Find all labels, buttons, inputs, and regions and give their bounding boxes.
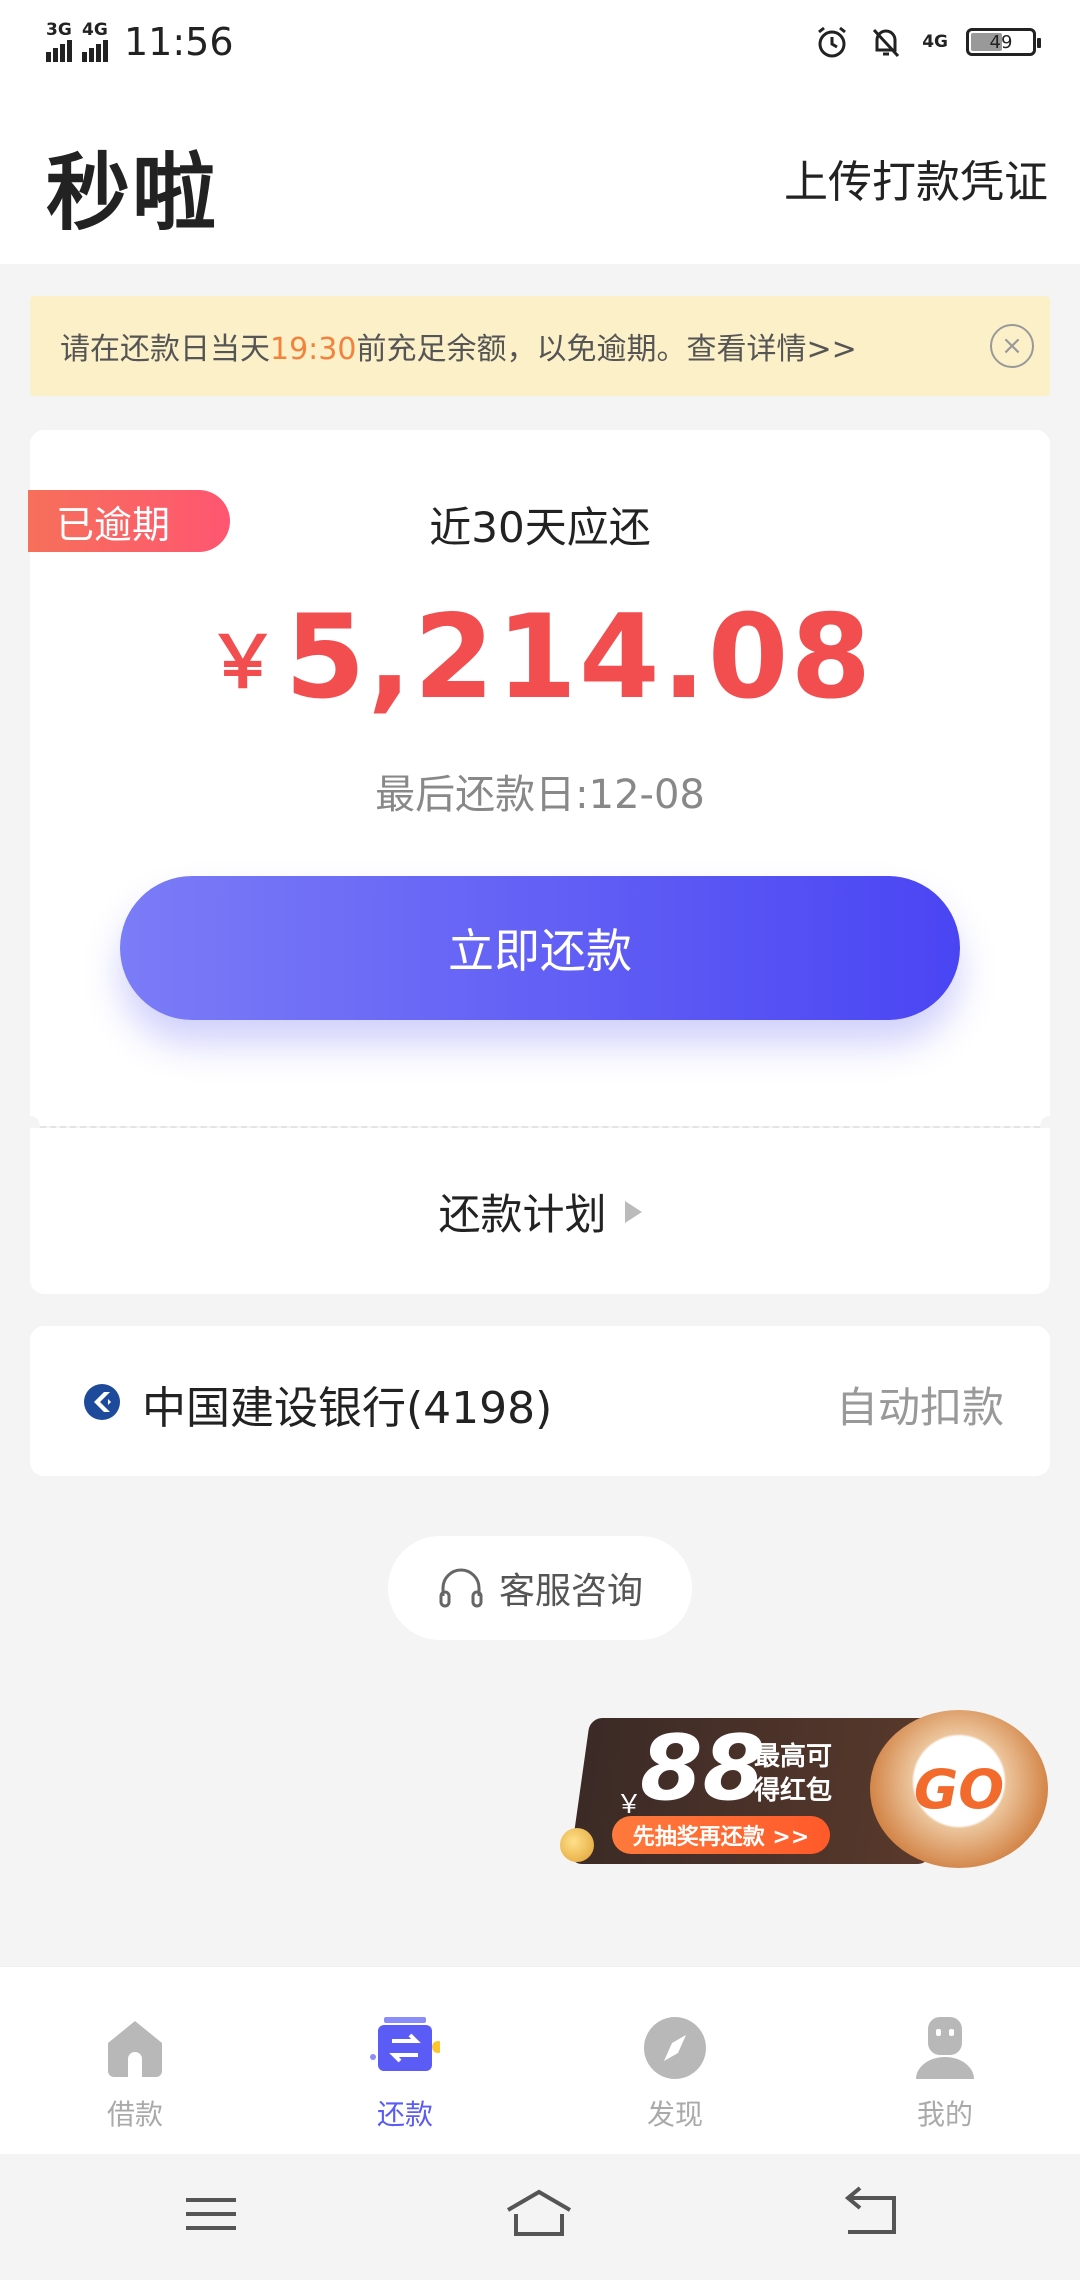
page-header: 秒啦 上传打款凭证 — [0, 84, 1080, 264]
promo-lottery-pill[interactable]: 先抽奖再还款 >> — [612, 1816, 830, 1854]
repayment-plan-row[interactable]: 还款计划 — [30, 1128, 1050, 1294]
home-icon — [108, 2021, 162, 2077]
repay-now-button[interactable]: 立即还款 — [120, 876, 960, 1020]
tab-label: 发现 — [646, 2098, 703, 2131]
upload-receipt-link[interactable]: 上传打款凭证 — [784, 146, 1048, 210]
tab-label: 借款 — [106, 2098, 163, 2131]
play-arrow-icon — [624, 1201, 642, 1223]
tab-borrow[interactable]: 借款 — [0, 1967, 270, 2154]
signal-icon-2: 4G — [82, 20, 108, 62]
promo-text: 最高可 得红包 — [754, 1740, 832, 1808]
battery-icon: 49 — [966, 28, 1041, 56]
currency-symbol: ￥ — [206, 620, 279, 704]
due-date: 最后还款日:12-08 — [375, 772, 705, 818]
system-nav-bar — [0, 2154, 1080, 2280]
status-bar: 3G 4G 11:56 4G 49 — [0, 0, 1080, 84]
network-type-3: 4G — [922, 32, 948, 52]
tab-discover[interactable]: 发现 — [540, 1967, 810, 2154]
notice-text-before: 请在还款日当天 — [60, 332, 270, 367]
tab-profile[interactable]: 我的 — [810, 1967, 1080, 2154]
network-type-1: 3G — [46, 20, 72, 40]
battery-level: 49 — [989, 31, 1013, 53]
repayment-plan-label: 还款计划 — [438, 1189, 607, 1239]
home-nav-icon[interactable] — [504, 2184, 574, 2244]
network-type-2: 4G — [82, 20, 108, 40]
notice-text: 请在还款日当天19:30前充足余额，以免逾期。查看详情>> — [60, 324, 857, 368]
tab-repay[interactable]: 还款 — [270, 1967, 540, 2154]
status-left: 3G 4G 11:56 — [46, 18, 234, 66]
signal-icon: 3G — [46, 20, 72, 62]
customer-service-label: 客服咨询 — [498, 1571, 643, 1612]
repay-icon — [370, 2017, 440, 2071]
bottom-tab-bar: 借款 还款 发现 我的 — [0, 1966, 1080, 2154]
tab-label: 我的 — [916, 2098, 973, 2131]
coin-icon — [560, 1828, 594, 1862]
page-title: 秒啦 — [46, 144, 219, 242]
promo-amount: 88 — [640, 1716, 766, 1821]
bank-card-row[interactable]: 中国建设银行(4198) 自动扣款 — [30, 1326, 1050, 1476]
headset-icon — [439, 1568, 483, 1608]
status-right: 4G 49 — [814, 20, 1041, 64]
clock: 11:56 — [124, 20, 234, 64]
auto-debit-label: 自动扣款 — [835, 1383, 1004, 1432]
red-packet-promo[interactable]: ￥ 88 最高可 得红包 先抽奖再还款 >> GO — [560, 1710, 1050, 1870]
notice-text-after[interactable]: 前充足余额，以免逾期。查看详情>> — [356, 332, 856, 367]
bell-off-icon — [873, 28, 900, 58]
back-icon[interactable] — [834, 2184, 904, 2244]
promo-go-button[interactable]: GO — [870, 1710, 1048, 1868]
promo-text-line1: 最高可 — [754, 1742, 833, 1772]
bank-name: 中国建设银行(4198) — [142, 1383, 553, 1434]
repayment-card: 已逾期 近30天应还 ￥5,214.08 最后还款日:12-08 立即还款 — [28, 430, 1050, 1126]
amount-due: ￥5,214.08 — [30, 590, 1050, 725]
due-label: 近30天应还 — [429, 503, 651, 552]
promo-text-line2: 得红包 — [754, 1776, 833, 1806]
ccb-logo-icon — [84, 1384, 120, 1420]
profile-icon — [916, 2017, 974, 2079]
amount-value: 5,214.08 — [284, 590, 874, 725]
notice-banner[interactable]: 请在还款日当天19:30前充足余额，以免逾期。查看详情>> × — [30, 296, 1050, 396]
customer-service-button[interactable]: 客服咨询 — [388, 1536, 692, 1640]
alarm-icon — [818, 26, 847, 58]
tab-label: 还款 — [376, 2098, 433, 2131]
compass-icon — [644, 2017, 706, 2079]
promo-go-label: GO — [913, 1757, 1005, 1821]
menu-icon[interactable] — [176, 2184, 246, 2244]
close-icon[interactable]: × — [990, 324, 1034, 368]
notice-time: 19:30 — [270, 332, 357, 367]
